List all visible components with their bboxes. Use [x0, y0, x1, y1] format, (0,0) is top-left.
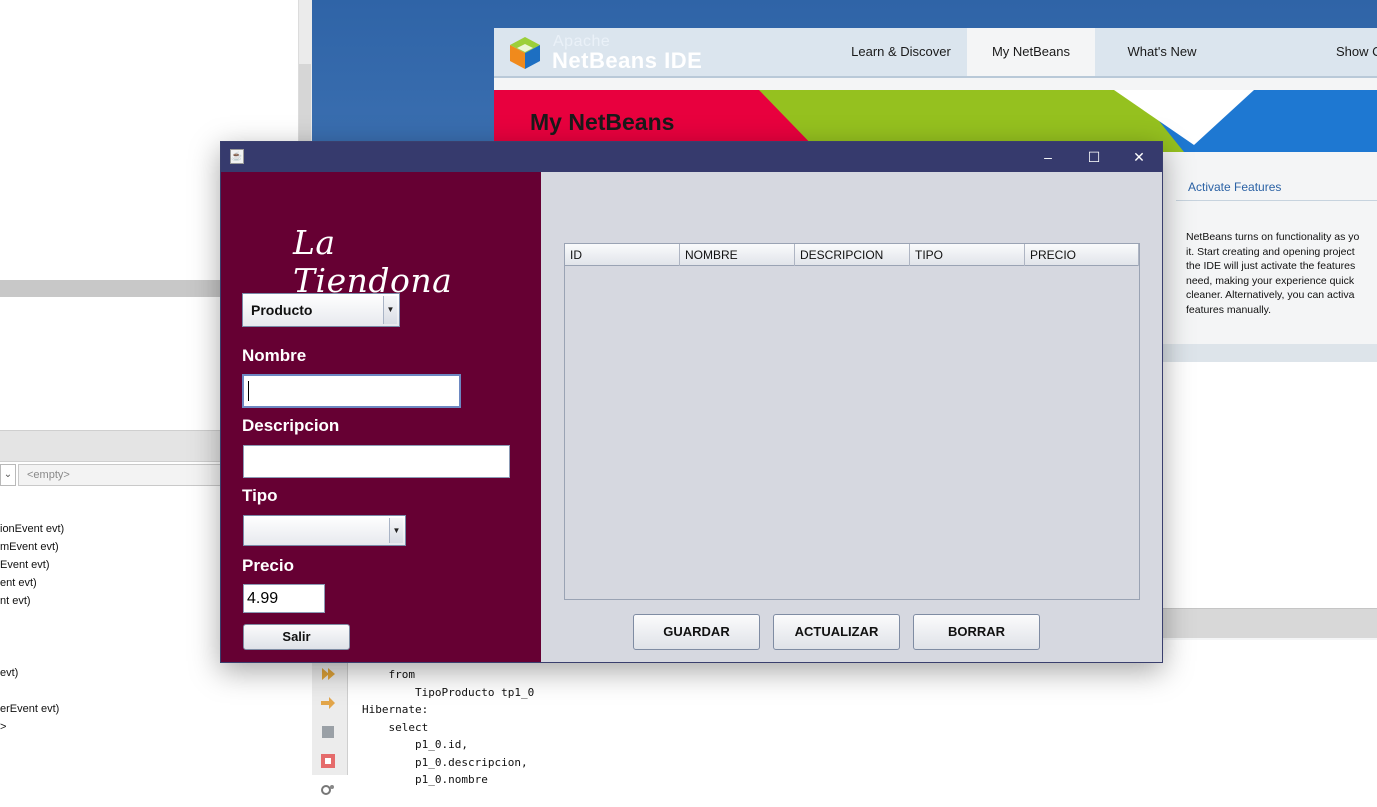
salir-button[interactable]: Salir [243, 624, 350, 650]
nombre-field[interactable] [242, 374, 461, 408]
navigator-item[interactable]: ent evt) [0, 574, 120, 592]
tipo-label: Tipo [242, 486, 278, 505]
log-line: from [362, 668, 415, 681]
output-header-bar [1162, 608, 1377, 638]
navigator-item[interactable]: mEvent evt) [0, 538, 120, 556]
ide-navigator-dropdown[interactable]: ⌄ [0, 464, 16, 486]
log-line: p1_0.descripcion, [362, 755, 528, 769]
netbeans-logo-icon [510, 37, 540, 69]
log-line: p1_0.id, [362, 738, 468, 751]
navigator-item[interactable] [0, 628, 120, 646]
rerun-arrow-icon[interactable] [320, 696, 336, 710]
navigator-item[interactable]: nt evt) [0, 592, 120, 610]
column-precio[interactable]: PRECIO [1025, 244, 1139, 266]
precio-field[interactable]: 4.99 [243, 584, 325, 613]
ide-navigator-list: ionEvent evt) mEvent evt) Event evt) ent… [0, 520, 120, 736]
tab-show[interactable]: Show C [1336, 28, 1377, 76]
log-line: TipoProducto tp1_0 [362, 685, 535, 699]
log-line: p1_0.nombre [362, 773, 488, 786]
navigator-item[interactable]: ionEvent evt) [0, 520, 120, 538]
minimize-button[interactable]: – [1025, 142, 1071, 172]
entity-select[interactable]: Producto ▼ [242, 293, 400, 327]
log-line: select [362, 720, 429, 734]
column-nombre[interactable]: NOMBRE [680, 244, 795, 266]
banner-title: My NetBeans [530, 109, 675, 135]
activate-features-link[interactable]: Activate Features [1188, 180, 1281, 194]
column-id[interactable]: ID [565, 244, 680, 266]
table-header: ID NOMBRE DESCRIPCION TIPO PRECIO [565, 244, 1139, 266]
ide-navigator-filter[interactable]: <empty> [18, 464, 228, 486]
form-panel: La Tiendona Producto ▼ Nombre Descripcio… [221, 172, 541, 662]
tab-learn-discover[interactable]: Learn & Discover [838, 28, 964, 76]
stop-icon[interactable] [320, 754, 336, 768]
text-caret [248, 381, 249, 401]
log-line: Hibernate: [362, 703, 429, 716]
descripcion-field[interactable] [243, 445, 510, 478]
brand-title: La Tiendona [293, 224, 452, 300]
activate-features-text: NetBeans turns on functionality as yo it… [1186, 231, 1360, 316]
stop-build-icon[interactable] [320, 725, 336, 739]
descripcion-label: Descripcion [242, 416, 340, 435]
column-descripcion[interactable]: DESCRIPCION [795, 244, 910, 266]
products-table[interactable]: ID NOMBRE DESCRIPCION TIPO PRECIO [564, 243, 1140, 600]
navigator-item[interactable] [0, 646, 120, 664]
guardar-button[interactable]: GUARDAR [633, 614, 760, 650]
navigator-item[interactable] [0, 610, 120, 628]
entity-select-value: Producto [251, 302, 313, 318]
navigator-item[interactable]: evt) [0, 664, 120, 682]
chevron-down-icon[interactable]: ▼ [383, 296, 397, 324]
maximize-button[interactable]: ☐ [1071, 142, 1117, 172]
output-log: from TipoProducto tp1_0 Hibernate: select… [362, 666, 682, 789]
side-content [1162, 362, 1377, 608]
divider [1176, 200, 1377, 201]
borrar-button[interactable]: BORRAR [913, 614, 1040, 650]
navigator-item[interactable]: > [0, 718, 120, 736]
column-tipo[interactable]: TIPO [910, 244, 1025, 266]
tab-my-netbeans[interactable]: My NetBeans [967, 28, 1095, 76]
window-titlebar[interactable]: ☕ – ☐ ✕ [221, 142, 1162, 172]
navigator-item[interactable]: Event evt) [0, 556, 120, 574]
brand-line-1: La [293, 223, 336, 262]
close-button[interactable]: ✕ [1116, 142, 1162, 172]
actualizar-button[interactable]: ACTUALIZAR [773, 614, 900, 650]
side-band [1162, 344, 1377, 362]
nombre-label: Nombre [242, 346, 307, 365]
rerun-icon[interactable] [320, 667, 336, 681]
tiendona-window: ☕ – ☐ ✕ La Tiendona Producto ▼ Nombre De… [220, 141, 1163, 663]
java-app-icon: ☕ [230, 149, 244, 164]
tab-whats-new[interactable]: What's New [1110, 28, 1214, 76]
precio-label: Precio [242, 556, 294, 575]
navigator-item[interactable] [0, 682, 120, 700]
logo-product-text: NetBeans IDE [552, 48, 703, 73]
chevron-down-icon[interactable]: ▼ [389, 518, 403, 543]
tipo-select[interactable]: ▼ [243, 515, 406, 546]
settings-icon[interactable] [320, 783, 336, 797]
navigator-item[interactable]: erEvent evt) [0, 700, 120, 718]
